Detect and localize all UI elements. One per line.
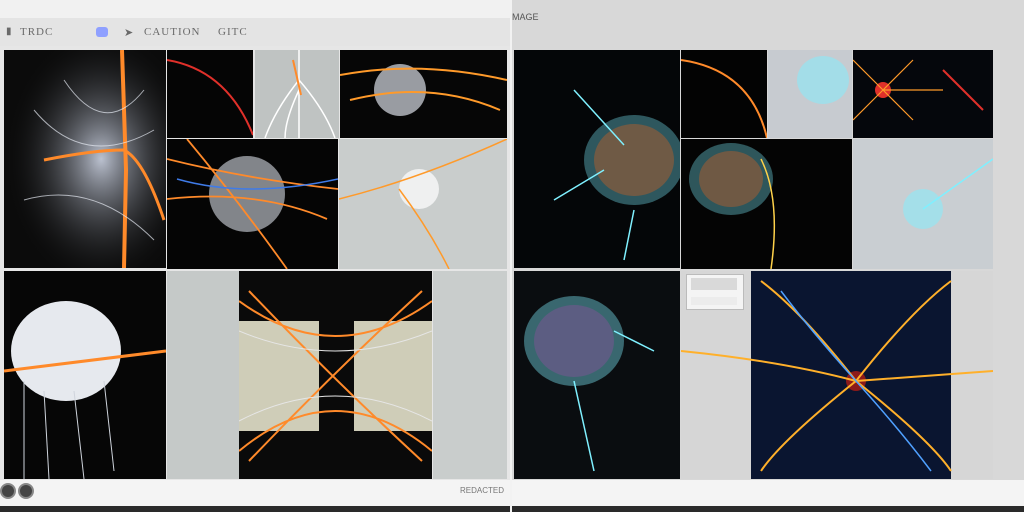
sidebar-icon[interactable]: ▮ <box>6 26 13 37</box>
brain-thumbnail <box>797 56 849 104</box>
footer-label: REDACTED <box>460 486 505 495</box>
image-tile[interactable] <box>255 50 339 138</box>
image-tile[interactable] <box>514 50 680 268</box>
overlay-header <box>691 278 737 290</box>
toolbar-item-1[interactable]: TRDC <box>20 26 53 38</box>
brain-thumbnail <box>4 301 166 479</box>
image-tile[interactable] <box>167 271 239 479</box>
toolbar-item-3[interactable]: GITC <box>218 26 248 38</box>
neuron-thumbnail <box>853 59 984 121</box>
neuron-thumbnail <box>4 50 166 268</box>
image-tile[interactable] <box>340 50 507 138</box>
neuron-thumbnail <box>339 139 507 269</box>
accent-chip[interactable] <box>96 27 108 37</box>
circle-icon[interactable] <box>0 483 16 499</box>
image-tile[interactable] <box>167 50 253 138</box>
circle-icon[interactable] <box>18 483 34 499</box>
wire-thumbnail <box>167 59 253 136</box>
image-tile[interactable] <box>433 271 507 479</box>
brain-thumbnail <box>903 158 993 229</box>
footer-edge <box>512 506 1024 512</box>
brain-thumbnail <box>524 296 655 472</box>
title-bar <box>0 0 511 18</box>
footer-edge <box>0 506 511 512</box>
image-tile[interactable] <box>167 139 338 269</box>
overlay-panel <box>686 274 744 310</box>
image-tile[interactable] <box>239 271 432 479</box>
image-tile[interactable] <box>853 139 993 269</box>
brain-thumbnail <box>689 143 776 269</box>
image-tile[interactable] <box>681 139 852 269</box>
left-pane: ▮ TRDC ➤ CAUTION GITC REDACTED <box>0 0 511 512</box>
toolbar: ▮ TRDC ➤ CAUTION GITC <box>0 18 511 46</box>
neuron-thumbnail <box>340 64 507 116</box>
right-pane-title: MAGE <box>512 12 539 22</box>
image-tile[interactable] <box>4 50 166 268</box>
brain-thumbnail <box>553 89 680 261</box>
image-tile[interactable] <box>853 50 993 138</box>
image-tile[interactable] <box>339 139 507 269</box>
footer-bar <box>512 480 1024 506</box>
overlay-button[interactable] <box>691 297 737 305</box>
image-tile[interactable] <box>4 271 166 479</box>
neuron-thumbnail <box>264 50 336 138</box>
image-tile[interactable] <box>514 271 680 479</box>
wire-bundle-thumbnail <box>239 290 432 462</box>
image-tile[interactable] <box>681 50 767 138</box>
right-pane: MAGE <box>512 0 1024 512</box>
toolbar-item-2[interactable]: CAUTION <box>144 26 201 38</box>
arrow-icon[interactable]: ➤ <box>124 26 134 39</box>
footer-bar <box>0 480 511 506</box>
wire-thumbnail <box>681 59 767 138</box>
image-tile[interactable] <box>768 50 852 138</box>
neuron-thumbnail <box>167 139 338 269</box>
